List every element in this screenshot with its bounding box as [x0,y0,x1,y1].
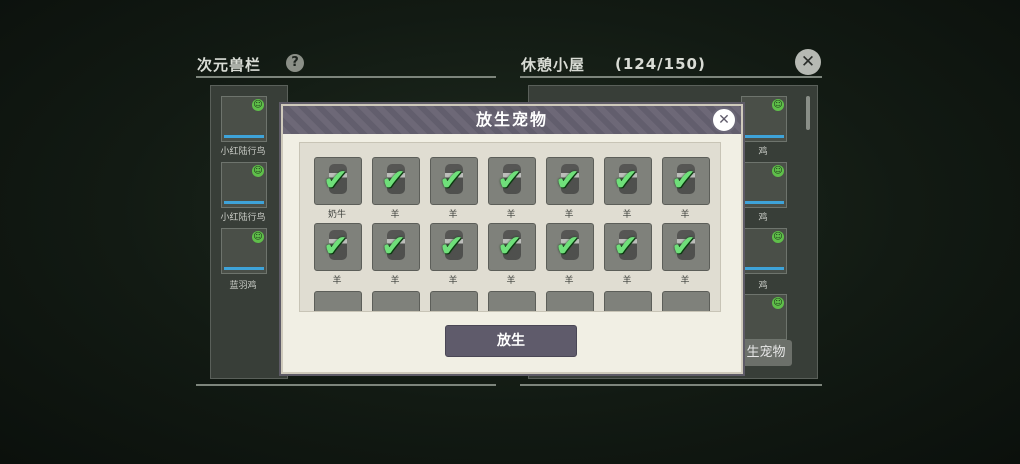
health-bar [224,135,264,138]
health-bar [224,201,264,204]
pet-card-label: 羊 [332,276,342,286]
checkmark-icon: ✔ [381,163,407,198]
happy-face-icon: ☺ [252,165,264,177]
pet-card-label: 羊 [448,276,458,286]
left-panel-bottom-divider [196,384,496,386]
pet-card[interactable]: ✔ [662,157,710,205]
capacity-count: (124/150) [615,55,706,73]
checkmark-icon: ✔ [671,163,697,198]
release-pet-dialog: 放生宠物 ✕ ✔ 奶牛 ✔ 羊 ✔ 羊 ✔ 羊 ✔ 羊 ✔ 羊 ✔ 羊 ✔ 羊 ✔ 羊 ✔ 羊 ✔ 羊 ✔ 羊 ✔ 羊 ✔ 羊 放生 [281,104,743,374]
pet-card[interactable]: ✔ [430,223,478,271]
checkmark-icon: ✔ [613,229,639,264]
checkmark-icon: ✔ [439,229,465,264]
right-panel-bottom-divider [520,384,822,386]
pet-card[interactable] [546,291,594,311]
checkmark-icon: ✔ [439,163,465,198]
pet-slot[interactable]: ☺ [221,228,267,274]
pet-card[interactable]: ✔ [314,223,362,271]
happy-face-icon: ☺ [772,231,784,243]
happy-face-icon: ☺ [252,99,264,111]
pet-card[interactable] [604,291,652,311]
pet-card[interactable] [314,291,362,311]
pet-card-label: 奶牛 [327,210,346,220]
pet-card[interactable] [488,291,536,311]
pet-label: 小红陆行鸟 [220,147,266,157]
pet-selection-grid: ✔ 奶牛 ✔ 羊 ✔ 羊 ✔ 羊 ✔ 羊 ✔ 羊 ✔ 羊 ✔ 羊 ✔ 羊 ✔ 羊 ✔ 羊 ✔ 羊 ✔ 羊 ✔ 羊 [299,142,721,312]
left-panel-title: 次元兽栏 [197,56,262,74]
pet-label: 小红陆行鸟 [220,213,266,223]
pet-card[interactable]: ✔ [372,157,420,205]
happy-face-icon: ☺ [772,99,784,111]
checkmark-icon: ✔ [323,229,349,264]
pet-card-label: 羊 [622,210,632,220]
pet-card[interactable] [430,291,478,311]
release-button[interactable]: 放生 [445,325,577,357]
pet-card-label: 羊 [680,276,690,286]
pet-card-label: 羊 [680,210,690,220]
checkmark-icon: ✔ [555,163,581,198]
pet-card-label: 羊 [564,210,574,220]
release-pet-button-background[interactable]: 生宠物 [740,340,792,366]
pet-slot[interactable]: ☺ [221,162,267,208]
health-bar [744,201,784,204]
pet-slot[interactable]: ☺ [221,96,267,142]
checkmark-icon: ✔ [497,229,523,264]
pet-card[interactable]: ✔ [662,223,710,271]
right-panel-divider [520,76,822,78]
scrollbar[interactable] [806,96,810,130]
left-panel-divider [196,76,496,78]
close-icon[interactable]: ✕ [795,49,821,75]
health-bar [744,135,784,138]
pet-slot[interactable]: ☺ [741,162,787,208]
pet-card-label: 羊 [564,276,574,286]
pet-slot[interactable]: ☺ [741,294,787,340]
pet-card[interactable]: ✔ [430,157,478,205]
checkmark-icon: ✔ [323,163,349,198]
left-pet-list: ☺ 小红陆行鸟 ☺ 小红陆行鸟 ☺ 蓝羽鸡 [210,85,288,379]
happy-face-icon: ☺ [252,231,264,243]
pet-card-label: 羊 [390,276,400,286]
pet-card[interactable] [372,291,420,311]
pet-card[interactable]: ✔ [372,223,420,271]
pet-label: 蓝羽鸡 [229,281,257,291]
pet-slot[interactable]: ☺ [741,96,787,142]
checkmark-icon: ✔ [613,163,639,198]
right-panel-title: 休憩小屋 [521,56,586,74]
pet-card[interactable]: ✔ [314,157,362,205]
health-bar [224,267,264,270]
pet-card-label: 羊 [390,210,400,220]
health-bar [744,267,784,270]
dialog-title: 放生宠物 [475,110,548,129]
happy-face-icon: ☺ [772,297,784,309]
pet-card[interactable]: ✔ [604,157,652,205]
checkmark-icon: ✔ [555,229,581,264]
pet-card[interactable]: ✔ [546,223,594,271]
pet-card[interactable]: ✔ [546,157,594,205]
checkmark-icon: ✔ [497,163,523,198]
help-icon[interactable]: ? [286,54,304,72]
dialog-close-icon[interactable]: ✕ [711,107,737,133]
pet-card[interactable] [662,291,710,311]
pet-slot[interactable]: ☺ [741,228,787,274]
pet-card-label: 羊 [506,210,516,220]
pet-card-label: 羊 [506,276,516,286]
pet-card-label: 羊 [448,210,458,220]
pet-card-label: 羊 [622,276,632,286]
pet-card[interactable]: ✔ [488,157,536,205]
checkmark-icon: ✔ [671,229,697,264]
pet-card[interactable]: ✔ [604,223,652,271]
checkmark-icon: ✔ [381,229,407,264]
pet-card[interactable]: ✔ [488,223,536,271]
happy-face-icon: ☺ [772,165,784,177]
